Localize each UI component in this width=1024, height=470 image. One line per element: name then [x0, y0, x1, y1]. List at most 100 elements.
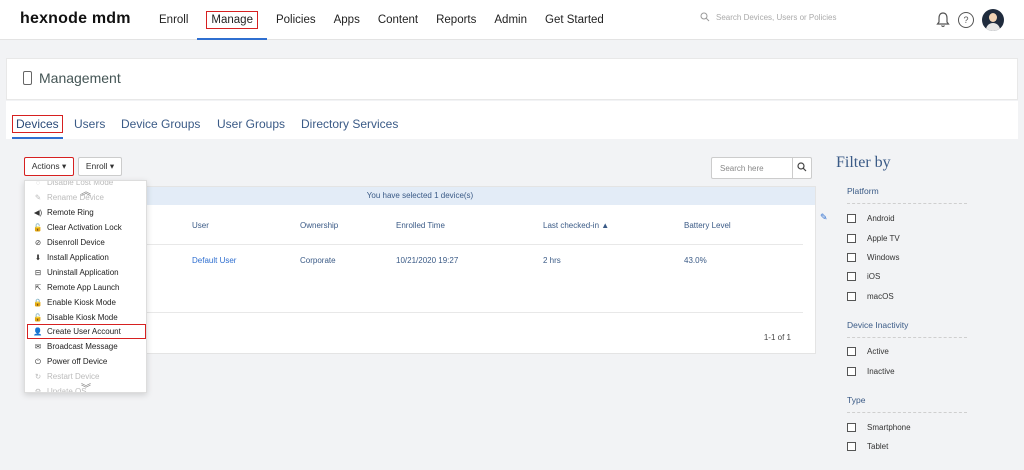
download-icon: ⬇	[34, 253, 42, 262]
filter-group-divider	[847, 203, 967, 204]
nav-content[interactable]: Content	[369, 0, 427, 40]
hexnode-logo[interactable]: hexnode mdm	[20, 10, 131, 28]
filter-group-divider	[847, 337, 967, 338]
filter-checkbox[interactable]	[847, 347, 856, 356]
filter-option-android[interactable]: Android	[847, 214, 895, 223]
unlock-icon: 🔓	[33, 313, 43, 322]
nav-enroll[interactable]: Enroll	[150, 0, 197, 40]
filter-option-smartphone[interactable]: Smartphone	[847, 423, 911, 432]
nav-get-started[interactable]: Get Started	[536, 0, 613, 40]
tab-user-groups[interactable]: User Groups	[217, 117, 285, 131]
enroll-button[interactable]: Enroll ▾	[78, 157, 122, 176]
filter-checkbox[interactable]	[847, 214, 856, 223]
edit-columns-icon[interactable]: ✎	[820, 212, 828, 223]
filter-option-tablet[interactable]: Tablet	[847, 442, 888, 451]
message-icon: ✉	[34, 342, 42, 351]
menu-item-disable-kiosk-mode[interactable]: 🔓 Disable Kiosk Mode	[25, 310, 146, 325]
launch-icon: ⇱	[34, 283, 42, 292]
menu-item-remote-app-launch[interactable]: ⇱ Remote App Launch	[25, 280, 146, 295]
filter-checkbox[interactable]	[847, 253, 856, 262]
device-icon	[23, 71, 32, 85]
menu-item-power-off-device[interactable]: ⏻ Power off Device	[25, 354, 146, 369]
menu-item-create-user-account[interactable]: 👤 Create User Account	[27, 324, 146, 339]
global-search[interactable]: Search Devices, Users or Policies	[700, 12, 836, 22]
add-user-icon: 👤	[33, 327, 43, 336]
cell-ownership: Corporate	[300, 256, 336, 265]
menu-item-label: Clear Activation Lock	[47, 223, 122, 232]
scroll-down-chevron-icon[interactable]: ︾	[81, 380, 91, 392]
filter-option-inactive[interactable]: Inactive	[847, 367, 895, 376]
menu-item-label: Create User Account	[47, 327, 121, 336]
filter-option-label: Android	[867, 214, 895, 223]
actions-button[interactable]: Actions ▾	[24, 157, 74, 176]
column-header-enrolled-time[interactable]: Enrolled Time	[396, 221, 445, 230]
bell-icon[interactable]	[936, 12, 950, 28]
menu-item-label: Disable Lost Mode	[47, 180, 114, 187]
search-icon[interactable]	[797, 162, 807, 172]
filter-group-divider	[847, 412, 967, 413]
nav-manage[interactable]: Manage	[197, 0, 267, 40]
column-header-ownership[interactable]: Ownership	[300, 221, 338, 230]
tab-devices[interactable]: Devices	[12, 115, 63, 139]
device-search-input[interactable]: Search here	[711, 157, 812, 179]
column-header-battery-level[interactable]: Battery Level	[684, 221, 731, 230]
filter-checkbox[interactable]	[847, 292, 856, 301]
tab-device-groups[interactable]: Device Groups	[121, 117, 200, 131]
menu-item-label: Disenroll Device	[47, 238, 105, 247]
filter-option-label: iOS	[867, 272, 881, 281]
filter-checkbox[interactable]	[847, 272, 856, 281]
filter-option-ios[interactable]: iOS	[847, 272, 880, 281]
filter-option-label: Smartphone	[867, 423, 911, 432]
management-header: Management	[6, 58, 1018, 100]
main-nav: Enroll Manage Policies Apps Content Repo…	[150, 0, 613, 40]
menu-item-label: Power off Device	[47, 357, 108, 366]
tab-users[interactable]: Users	[74, 117, 105, 131]
menu-item-rename-device[interactable]: ✎ Rename Device	[25, 190, 146, 205]
menu-item-label: Rename Device	[47, 193, 104, 202]
menu-item-disable-lost-mode[interactable]: ◌ Disable Lost Mode	[25, 180, 146, 190]
cell-enrolled-time: 10/21/2020 19:27	[396, 256, 459, 265]
filter-option-apple-tv[interactable]: Apple TV	[847, 234, 900, 243]
menu-item-install-application[interactable]: ⬇ Install Application	[25, 250, 146, 265]
filter-option-macos[interactable]: macOS	[847, 292, 894, 301]
tab-directory-services[interactable]: Directory Services	[301, 117, 398, 131]
column-header-user[interactable]: User	[192, 221, 209, 230]
menu-item-disenroll-device[interactable]: ⊘ Disenroll Device	[25, 235, 146, 250]
filter-checkbox[interactable]	[847, 442, 856, 451]
management-tabs: Devices Users Device Groups User Groups …	[6, 101, 1018, 139]
search-divider	[792, 158, 793, 178]
page-title: Management	[39, 70, 121, 86]
menu-item-uninstall-application[interactable]: ⊟ Uninstall Application	[25, 265, 146, 280]
filter-option-label: Tablet	[867, 442, 889, 451]
filter-checkbox[interactable]	[847, 234, 856, 243]
filter-option-windows[interactable]: Windows	[847, 253, 899, 262]
nav-apps[interactable]: Apps	[325, 0, 369, 40]
filter-option-label: Windows	[867, 253, 900, 262]
user-avatar[interactable]	[982, 9, 1004, 31]
power-icon: ⏻	[35, 356, 41, 366]
nav-reports[interactable]: Reports	[427, 0, 485, 40]
menu-item-enable-kiosk-mode[interactable]: 🔒 Enable Kiosk Mode	[25, 295, 146, 310]
header-icons: ?	[936, 9, 1004, 31]
nav-admin[interactable]: Admin	[485, 0, 536, 40]
menu-item-remote-ring[interactable]: ◀) Remote Ring	[25, 205, 146, 220]
filter-option-label: Active	[867, 347, 889, 356]
lost-mode-icon: ◌	[35, 180, 41, 187]
filter-option-active[interactable]: Active	[847, 347, 889, 356]
cell-user[interactable]: Default User	[192, 256, 236, 265]
filter-checkbox[interactable]	[847, 367, 856, 376]
restart-icon: ↻	[34, 372, 42, 381]
filter-checkbox[interactable]	[847, 423, 856, 432]
pagination-info: 1-1 of 1	[763, 333, 791, 342]
cell-last-checked-in: 2 hrs	[543, 256, 561, 265]
help-icon[interactable]: ?	[958, 12, 974, 28]
menu-item-label: Enable Kiosk Mode	[47, 298, 116, 307]
menu-item-label: Install Application	[47, 253, 109, 262]
column-header-last-checked-in[interactable]: Last checked-in ▲	[543, 221, 609, 230]
menu-item-broadcast-message[interactable]: ✉ Broadcast Message	[25, 339, 146, 354]
nav-policies[interactable]: Policies	[267, 0, 325, 40]
menu-item-clear-activation-lock[interactable]: 🔓 Clear Activation Lock	[25, 220, 146, 235]
menu-item-label: Remote App Launch	[47, 283, 120, 292]
global-search-placeholder: Search Devices, Users or Policies	[716, 12, 837, 22]
update-icon: ⚙	[34, 387, 42, 393]
